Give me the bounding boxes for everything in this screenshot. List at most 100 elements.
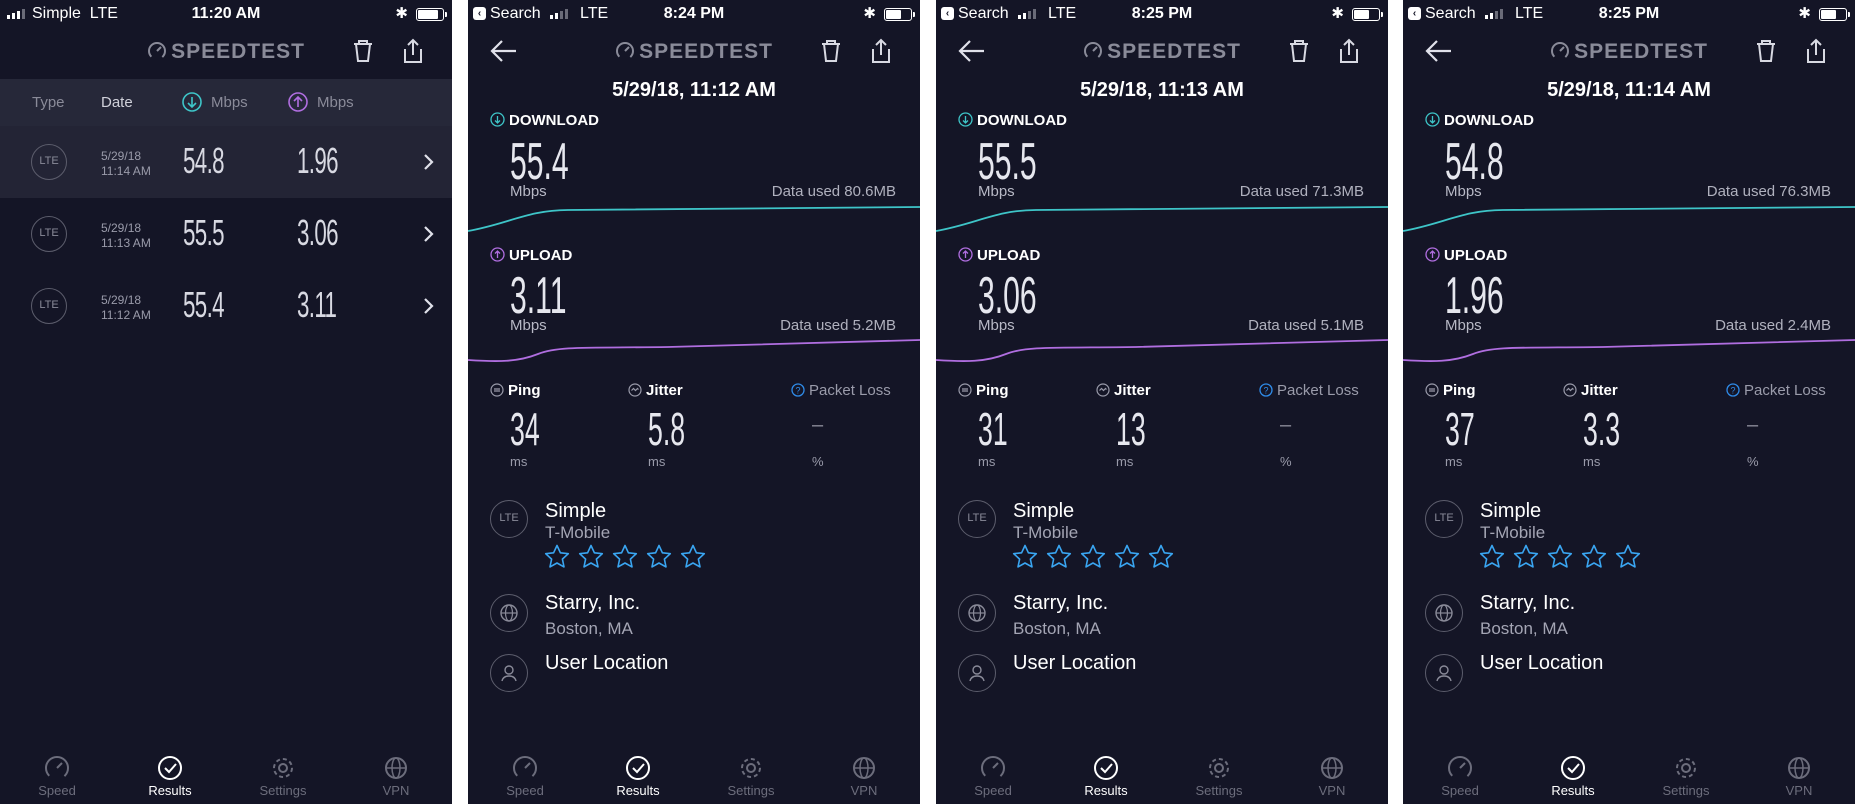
tab-settings[interactable]: Settings — [248, 755, 318, 798]
tab-vpn[interactable]: VPN — [361, 755, 431, 798]
test-datetime: 5/29/18, 11:14 AM — [1547, 79, 1711, 101]
star-icon — [1148, 544, 1174, 568]
trash-icon[interactable] — [818, 38, 844, 64]
speedometer-icon — [513, 756, 537, 780]
tab-speed[interactable]: Speed — [1425, 755, 1495, 798]
tab-settings[interactable]: Settings — [716, 755, 786, 798]
column-download[interactable]: Mbps — [211, 94, 248, 111]
star-icon — [1080, 544, 1106, 568]
upload-arrow-icon — [1425, 247, 1440, 262]
svg-text:?: ? — [1263, 386, 1268, 396]
share-icon[interactable] — [868, 38, 894, 64]
ping-value: 31 — [978, 403, 1008, 455]
packet-loss-label[interactable]: ? Packet Loss — [1259, 382, 1359, 399]
share-icon[interactable] — [1336, 38, 1362, 64]
result-detail-screen: ‹ Search LTE 8:24 PM ✱ SPEEDTEST 5/29/18… — [468, 0, 920, 804]
bluetooth-icon: ✱ — [395, 5, 408, 22]
user-icon — [1425, 654, 1463, 692]
status-bar: ‹ Search LTE 8:25 PM ✱ — [936, 0, 1388, 28]
packet-loss-label[interactable]: ? Packet Loss — [1726, 382, 1826, 399]
ping-icon — [958, 383, 972, 397]
trash-icon[interactable] — [350, 38, 376, 64]
upload-value: 1.96 — [1445, 267, 1504, 325]
packet-loss-label[interactable]: ? Packet Loss — [791, 382, 891, 399]
tab-results[interactable]: Results — [1538, 755, 1608, 798]
gear-icon — [273, 758, 293, 778]
ping-label: Ping — [1425, 382, 1476, 399]
column-date[interactable]: Date — [101, 94, 133, 111]
server-city: Boston, MA — [1013, 619, 1101, 638]
tab-settings[interactable]: Settings — [1651, 755, 1721, 798]
download-value: 55.5 — [978, 133, 1037, 191]
jitter-icon — [1096, 383, 1110, 397]
packet-loss-value: – — [812, 414, 824, 436]
trash-icon[interactable] — [1753, 38, 1779, 64]
download-arrow-icon — [1425, 112, 1440, 127]
upload-graph — [1403, 339, 1855, 363]
results-table-header: Type Date Mbps Mbps — [0, 79, 452, 126]
result-download: 55.5 — [183, 212, 225, 253]
share-icon[interactable] — [1803, 38, 1829, 64]
star-icon — [1581, 544, 1607, 568]
test-datetime: 5/29/18, 11:13 AM — [1080, 79, 1244, 101]
download-value: 55.4 — [510, 133, 569, 191]
star-icon — [578, 544, 604, 568]
chevron-right-icon[interactable] — [422, 153, 434, 171]
column-upload[interactable]: Mbps — [317, 94, 354, 111]
tab-speed[interactable]: Speed — [490, 755, 560, 798]
upload-arrow-icon — [490, 247, 505, 262]
chevron-right-icon[interactable] — [422, 297, 434, 315]
trash-icon[interactable] — [1286, 38, 1312, 64]
carrier-network: T-Mobile — [1013, 523, 1079, 542]
gauge-icon — [616, 42, 635, 60]
globe-icon — [490, 594, 528, 632]
ping-label: Ping — [490, 382, 541, 399]
chevron-right-icon[interactable] — [422, 225, 434, 243]
column-type[interactable]: Type — [32, 94, 65, 111]
packet-loss-unit: % — [1280, 454, 1292, 469]
result-row[interactable]: LTE 5/29/18 11:14 AM 54.8 1.96 — [0, 126, 452, 198]
help-icon: ? — [1726, 383, 1740, 397]
gauge-icon — [1551, 42, 1570, 60]
server-name: Starry, Inc. — [545, 592, 641, 614]
carrier-rating[interactable] — [1012, 544, 1174, 569]
tab-vpn[interactable]: VPN — [1764, 755, 1834, 798]
tab-results[interactable]: Results — [135, 755, 205, 798]
result-date: 5/29/18 11:13 AM — [101, 221, 151, 250]
share-icon[interactable] — [400, 38, 426, 64]
user-location: User Location — [545, 652, 669, 674]
result-row[interactable]: LTE 5/29/18 11:12 AM 55.4 3.11 — [0, 270, 452, 342]
jitter-label: Jitter — [1563, 382, 1618, 399]
carrier-name: Simple — [1013, 500, 1075, 522]
carrier-rating[interactable] — [1479, 544, 1641, 569]
tab-speed[interactable]: Speed — [958, 755, 1028, 798]
tab-vpn[interactable]: VPN — [829, 755, 899, 798]
app-logo: SPEEDTEST — [0, 40, 452, 64]
jitter-label: Jitter — [1096, 382, 1151, 399]
globe-lock-icon — [853, 757, 875, 779]
star-icon — [680, 544, 706, 568]
tab-settings[interactable]: Settings — [1184, 755, 1254, 798]
ping-icon — [490, 383, 504, 397]
star-icon — [1114, 544, 1140, 568]
battery-icon — [1352, 8, 1383, 21]
test-datetime: 5/29/18, 11:12 AM — [612, 79, 776, 101]
tab-results[interactable]: Results — [603, 755, 673, 798]
tab-speed[interactable]: Speed — [22, 755, 92, 798]
carrier-rating[interactable] — [544, 544, 706, 569]
upload-arrow-icon — [288, 92, 308, 112]
tab-vpn[interactable]: VPN — [1297, 755, 1367, 798]
gear-icon — [1209, 758, 1229, 778]
download-label: DOWNLOAD — [490, 112, 599, 129]
result-upload: 3.06 — [297, 212, 339, 253]
gear-icon — [741, 758, 761, 778]
result-row[interactable]: LTE 5/29/18 11:13 AM 55.5 3.06 — [0, 198, 452, 270]
tab-results[interactable]: Results — [1071, 755, 1141, 798]
lte-badge: LTE — [31, 216, 67, 252]
packet-loss-unit: % — [1747, 454, 1759, 469]
ping-unit: ms — [978, 454, 996, 469]
globe-lock-icon — [1321, 757, 1343, 779]
carrier-network: T-Mobile — [545, 523, 611, 542]
upload-label: UPLOAD — [490, 247, 572, 264]
star-icon — [1513, 544, 1539, 568]
